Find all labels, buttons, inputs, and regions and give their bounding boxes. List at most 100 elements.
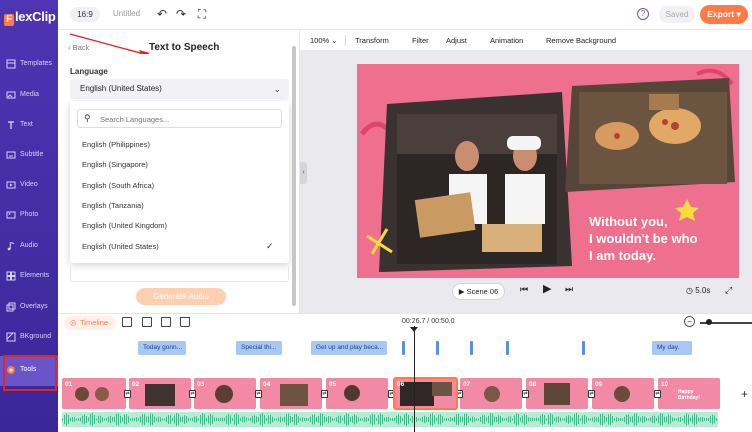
- sidebar-item-label: Audio: [20, 242, 38, 249]
- remove-background-button[interactable]: Remove Background: [546, 36, 616, 45]
- zoom-value: 100%: [310, 36, 330, 45]
- export-button[interactable]: Export ▾: [700, 5, 748, 24]
- fullscreen-icon[interactable]: ⤢: [725, 285, 732, 296]
- sidebar-item-label: Templates: [20, 60, 52, 67]
- transition-icon[interactable]: ⇄: [189, 390, 196, 398]
- search-input[interactable]: [100, 112, 270, 126]
- scene-number: 02: [132, 381, 140, 388]
- timeline-tab[interactable]: ◎ Timeline: [64, 316, 116, 330]
- filter-button[interactable]: Filter: [412, 36, 429, 45]
- text-clip[interactable]: Special thi...: [236, 341, 282, 355]
- photo-icon: [6, 211, 16, 219]
- saved-button[interactable]: Saved: [659, 6, 695, 23]
- text-clip[interactable]: Get up and play beca...: [311, 341, 387, 355]
- transition-icon[interactable]: ⇄: [654, 390, 661, 398]
- highlight-box: [3, 355, 57, 391]
- zoom-select[interactable]: 100% ⌄: [310, 36, 338, 45]
- transform-button[interactable]: Transform: [355, 36, 389, 45]
- duration-value: 5.0s: [695, 286, 711, 295]
- add-scene-icon[interactable]: +: [741, 387, 748, 401]
- sidebar-item-audio[interactable]: Audio: [0, 233, 58, 261]
- transition-icon[interactable]: ⇄: [588, 390, 595, 398]
- caption-line-2: I wouldn't be who: [589, 231, 698, 246]
- canvas-area: ‹ Without you, I wouldn't be who I am to…: [300, 51, 752, 313]
- undo-icon[interactable]: ↶: [155, 7, 169, 21]
- panel-scrollbar[interactable]: [292, 46, 296, 306]
- timeline-icon: ◎: [70, 318, 77, 327]
- playhead[interactable]: [414, 326, 415, 432]
- add-clip-icon[interactable]: [122, 317, 132, 327]
- audio-track[interactable]: [62, 412, 718, 427]
- sidebar-item-video[interactable]: Video: [0, 172, 58, 200]
- language-option[interactable]: English (Tanzania): [82, 201, 144, 210]
- text-clip[interactable]: Today gonn...: [138, 341, 186, 355]
- language-option[interactable]: English (South Africa): [82, 181, 154, 190]
- caption-line-3: I am today.: [589, 248, 656, 263]
- language-select[interactable]: English (United States) ⌄: [70, 79, 289, 99]
- split-icon[interactable]: [142, 317, 152, 327]
- scene-caption-line: Birthday!: [678, 395, 700, 401]
- sidebar-item-elements[interactable]: Elements: [0, 263, 58, 291]
- scene-clip[interactable]: 10 Happy Birthday!: [658, 378, 720, 409]
- top-bar: 16:9 Untitled ↶ ↷ ⛶ ? Saved Export ▾: [58, 0, 752, 30]
- language-option[interactable]: English (Singapore): [82, 160, 148, 169]
- generate-audio-button[interactable]: Generate Audio: [136, 288, 226, 305]
- scene-number: 10: [661, 381, 669, 388]
- sidebar-item-overlays[interactable]: Overlays: [0, 294, 58, 322]
- delete-icon[interactable]: [180, 317, 190, 327]
- scene-number: 01: [65, 381, 73, 388]
- sidebar-item-photo[interactable]: Photo: [0, 202, 58, 230]
- text-clip-marker[interactable]: [506, 341, 509, 355]
- sidebar-item-subtitle[interactable]: Subtitle: [0, 142, 58, 170]
- adjust-button[interactable]: Adjust: [446, 36, 467, 45]
- scene-clip[interactable]: 02: [129, 378, 191, 409]
- zoom-slider-knob[interactable]: [706, 319, 712, 325]
- animation-button[interactable]: Animation: [490, 36, 523, 45]
- scene-clip[interactable]: 04: [260, 378, 322, 409]
- text-clip-marker[interactable]: [582, 341, 585, 355]
- search-icon: ⚲: [84, 113, 91, 123]
- player-controls: ▶ Scene 06 ⏮ ▶ ⏭ ◷ 5.0s ⤢: [300, 279, 752, 313]
- video-preview[interactable]: Without you, I wouldn't be who I am toda…: [357, 64, 739, 278]
- sidebar-item-label: BKground: [20, 333, 52, 340]
- scene-number: 03: [197, 381, 205, 388]
- fit-screen-icon[interactable]: ⛶: [195, 7, 209, 21]
- text-clip[interactable]: My day.: [652, 341, 692, 355]
- playhead-handle[interactable]: [410, 327, 418, 332]
- redo-icon[interactable]: ↷: [174, 7, 188, 21]
- collapse-panel-handle[interactable]: ‹: [300, 162, 307, 184]
- text-clip-marker[interactable]: [402, 341, 405, 355]
- sidebar-item-templates[interactable]: Templates: [0, 51, 58, 79]
- scene-clip[interactable]: 01: [62, 378, 126, 409]
- scene-clip[interactable]: 07: [460, 378, 522, 409]
- text-clip-marker[interactable]: [436, 341, 439, 355]
- scene-clip[interactable]: 03: [194, 378, 256, 409]
- previous-icon[interactable]: ⏮: [520, 284, 528, 295]
- overlays-icon: [6, 302, 16, 312]
- export-caret: ▾: [736, 9, 741, 19]
- sidebar-item-background[interactable]: BKground: [0, 324, 58, 352]
- audio-waveform: [62, 413, 717, 426]
- help-icon[interactable]: ?: [637, 8, 649, 20]
- language-option[interactable]: English (United Kingdom): [82, 221, 167, 230]
- sidebar-item-text[interactable]: Text: [0, 112, 58, 140]
- duplicate-icon[interactable]: [161, 317, 171, 327]
- scene-clip[interactable]: 09: [592, 378, 654, 409]
- flexclip-logo[interactable]: FlexClip: [4, 9, 56, 26]
- transition-icon[interactable]: ⇄: [255, 390, 262, 398]
- scene-play-button[interactable]: ▶ Scene 06: [452, 283, 505, 300]
- text-clip-marker[interactable]: [470, 341, 473, 355]
- language-option-selected[interactable]: English (United States): [82, 242, 159, 251]
- scene-clip[interactable]: 05: [326, 378, 388, 409]
- next-icon[interactable]: ⏭: [565, 284, 573, 295]
- transition-icon[interactable]: ⇄: [321, 390, 328, 398]
- language-option[interactable]: English (Philippines): [82, 140, 150, 149]
- transition-icon[interactable]: ⇄: [522, 390, 529, 398]
- scene-clip[interactable]: 08: [526, 378, 588, 409]
- play-icon[interactable]: ▶: [543, 282, 551, 295]
- panel-title: Text to Speech: [149, 42, 220, 53]
- duration-display[interactable]: ◷ 5.0s: [686, 286, 710, 295]
- sidebar-item-media[interactable]: Media: [0, 82, 58, 110]
- zoom-out-icon[interactable]: −: [684, 316, 695, 327]
- transition-icon[interactable]: ⇄: [124, 390, 131, 398]
